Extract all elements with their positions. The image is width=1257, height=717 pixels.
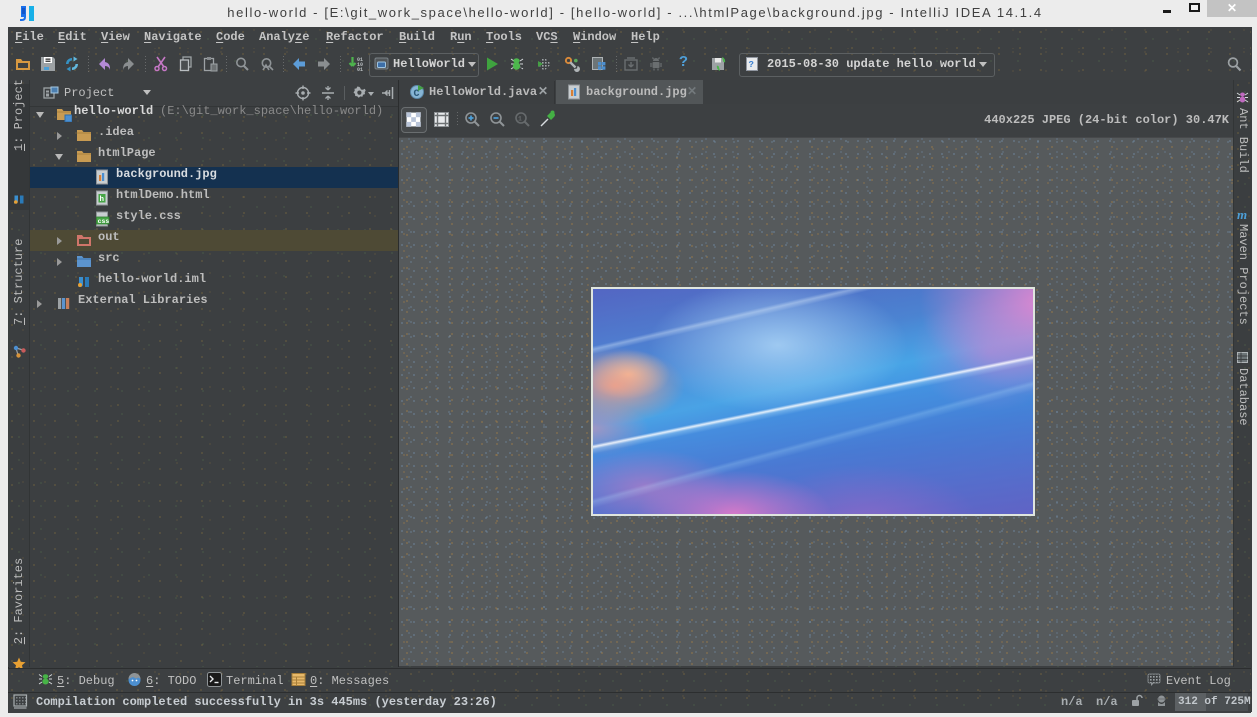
svg-text:h: h: [100, 196, 105, 204]
svg-text:01: 01: [357, 67, 363, 72]
svg-text:1: 1: [518, 116, 522, 123]
svg-text:css: css: [98, 218, 110, 225]
svg-text:?: ?: [749, 60, 754, 70]
